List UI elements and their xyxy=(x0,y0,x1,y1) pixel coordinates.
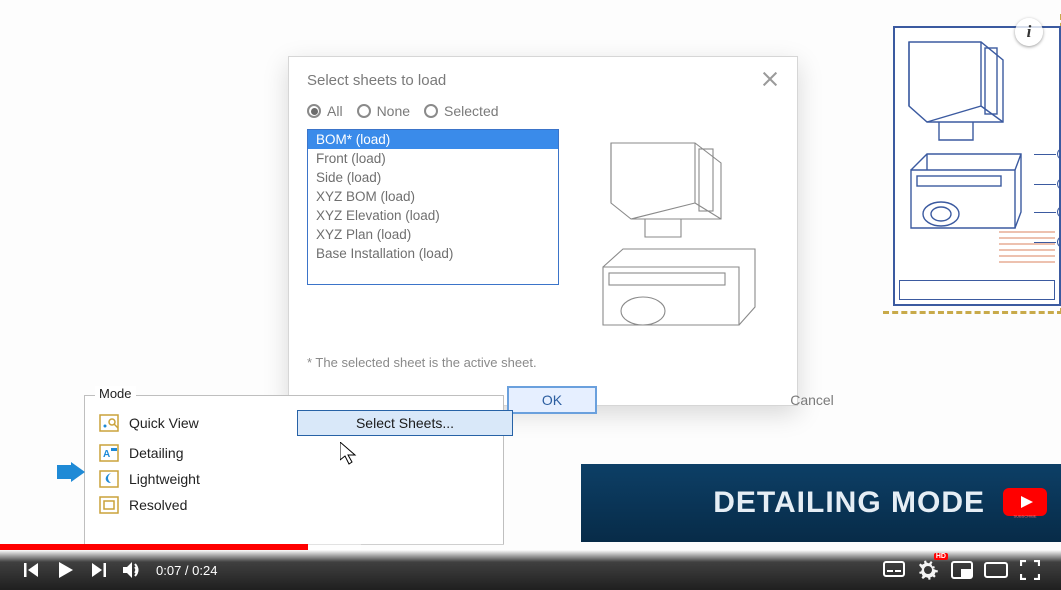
settings-button[interactable]: HD xyxy=(911,553,945,587)
active-mode-arrow-icon xyxy=(57,462,85,482)
radio-all[interactable]: All xyxy=(307,103,343,119)
radio-none[interactable]: None xyxy=(357,103,410,119)
quick-view-icon xyxy=(99,414,119,432)
radio-selected[interactable]: Selected xyxy=(424,103,498,119)
select-sheets-button[interactable]: Select Sheets... xyxy=(297,410,513,436)
resolved-icon xyxy=(99,496,119,514)
fullscreen-button[interactable] xyxy=(1013,553,1047,587)
balloon-callout xyxy=(1057,206,1061,218)
balloon-callout xyxy=(1057,178,1061,190)
balloon-callout xyxy=(1057,148,1061,160)
theater-mode-button[interactable] xyxy=(979,553,1013,587)
mode-label: Quick View xyxy=(129,415,199,431)
dialog-close-button[interactable] xyxy=(761,71,779,89)
youtube-info-card-icon[interactable]: i xyxy=(1015,18,1043,46)
mode-label: Detailing xyxy=(129,445,183,461)
video-overlay-banner: DETAILING MODE SUBSCRIBE xyxy=(581,464,1061,542)
sheet-preview xyxy=(575,129,779,335)
title-block-thumb xyxy=(899,280,1055,300)
select-sheets-dialog: Select sheets to load All None Selected … xyxy=(288,56,798,406)
dialog-title: Select sheets to load xyxy=(307,72,446,89)
play-button[interactable] xyxy=(48,553,82,587)
previous-button[interactable] xyxy=(14,553,48,587)
volume-button[interactable] xyxy=(116,553,150,587)
next-button[interactable] xyxy=(82,553,116,587)
mode-option-resolved[interactable]: Resolved xyxy=(99,496,289,514)
bom-table-thumb xyxy=(999,228,1055,278)
lightweight-icon xyxy=(99,470,119,488)
sheet-list-item[interactable]: XYZ BOM (load) xyxy=(308,187,558,206)
sheet-list-item[interactable]: Side (load) xyxy=(308,168,558,187)
mode-option-quick-view[interactable]: Quick View xyxy=(99,410,289,436)
mode-legend: Mode xyxy=(95,386,136,401)
svg-text:A: A xyxy=(103,449,110,460)
subscribe-icon[interactable]: SUBSCRIBE xyxy=(1003,488,1047,518)
mode-label: Resolved xyxy=(129,497,187,513)
sheet-list-item[interactable]: XYZ Elevation (load) xyxy=(308,206,558,225)
mode-option-lightweight[interactable]: Lightweight xyxy=(99,470,289,488)
cancel-button[interactable]: Cancel xyxy=(767,386,857,414)
ok-button[interactable]: OK xyxy=(507,386,597,414)
mouse-cursor-icon xyxy=(340,442,362,468)
sheet-list-item[interactable]: Base Installation (load) xyxy=(308,244,558,263)
detailing-icon: A xyxy=(99,444,119,462)
machine-drawing-view xyxy=(903,36,1023,236)
miniplayer-button[interactable] xyxy=(945,553,979,587)
sheet-list-item[interactable]: Front (load) xyxy=(308,149,558,168)
drawing-sheet-thumbnail xyxy=(893,26,1061,306)
dialog-footnote: * The selected sheet is the active sheet… xyxy=(307,355,779,370)
sheet-list[interactable]: BOM* (load) Front (load) Side (load) XYZ… xyxy=(307,129,559,285)
sheet-list-item[interactable]: BOM* (load) xyxy=(308,130,558,149)
time-display: 0:07 / 0:24 xyxy=(156,563,217,578)
mode-option-detailing[interactable]: A Detailing xyxy=(99,444,289,462)
svg-text:SUBSCRIBE: SUBSCRIBE xyxy=(1013,514,1036,519)
mode-label: Lightweight xyxy=(129,471,200,487)
subtitles-button[interactable] xyxy=(877,553,911,587)
video-controls: 0:07 / 0:24 HD xyxy=(0,550,1061,590)
hd-badge: HD xyxy=(934,553,948,560)
balloon-callout xyxy=(1057,236,1061,248)
sheet-list-item[interactable]: XYZ Plan (load) xyxy=(308,225,558,244)
mode-group-box: Mode Quick View Select Sheets... A Detai… xyxy=(84,395,504,545)
banner-title: DETAILING MODE xyxy=(713,486,985,520)
